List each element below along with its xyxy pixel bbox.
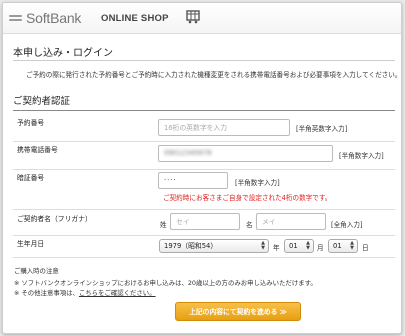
reservation-row: 予約番号 [半角英数字入力] <box>13 111 395 142</box>
sei-input[interactable] <box>170 213 240 230</box>
pin-input[interactable]: ···· <box>158 172 228 189</box>
day-unit: 日 <box>362 244 369 252</box>
dob-day-select[interactable]: 01 ▲ ▼ <box>328 239 358 253</box>
intro-text: ご予約の際に発行された予約番号とご予約時に入力された機種変更をされる携帯電話番号… <box>26 71 402 79</box>
notes-link[interactable]: こちらをご確認ください。 <box>79 289 156 297</box>
year-unit: 年 <box>273 244 280 252</box>
name-label: ご契約者名（フリガナ） <box>17 215 92 223</box>
page-title: 本申し込み・ログイン <box>13 48 113 59</box>
sei-label: 姓 <box>160 221 167 229</box>
pin-format-note: [半角数字入力] <box>235 179 280 187</box>
month-unit: 月 <box>317 244 324 252</box>
notes-line-1: ※ ソフトバンクオンラインショップにおけるお申し込みは、20歳以上の方のみお申し… <box>14 279 317 287</box>
reservation-number-input[interactable] <box>158 119 290 136</box>
dob-label: 生年月日 <box>17 240 45 248</box>
dob-month-value: 01 <box>289 242 298 250</box>
dropdown-arrows-icon: ▲ ▼ <box>350 240 354 251</box>
header: SoftBank ONLINE SHOP <box>3 3 401 34</box>
dob-day-value: 01 <box>333 242 342 250</box>
phone-row: 携帯電話番号 09012345678 [半角数字入力] <box>13 141 395 170</box>
dob-row: 生年月日 1979（昭和54） ▲ ▼ 年 01 ▲ ▼ 月 01 ▲ ▼ 日 <box>13 235 395 258</box>
dob-month-select[interactable]: 01 ▲ ▼ <box>284 239 314 253</box>
pin-row: 暗証番号 ···· [半角数字入力] ご契約時にお客さまご自身で設定された4桁の… <box>13 169 395 210</box>
phone-label: 携帯電話番号 <box>17 146 58 154</box>
dropdown-arrows-icon: ▲ ▼ <box>306 240 310 251</box>
reservation-format-note: [半角英数字入力] <box>296 125 348 133</box>
section-title: ご契約者認証 <box>13 96 71 107</box>
mei-label: 名 <box>246 221 253 229</box>
shopping-cart-icon <box>186 10 200 24</box>
dob-year-value: 1979（昭和54） <box>164 242 218 250</box>
pin-label: 暗証番号 <box>17 174 45 182</box>
divider <box>13 60 395 61</box>
phone-number-input[interactable]: 09012345678 <box>158 145 333 162</box>
online-shop-label: ONLINE SHOP <box>101 13 169 24</box>
notes-line-2: ※ その他注意事項は、こちらをご確認ください。 <box>14 288 156 297</box>
pin-hint: ご契約時にお客さまご自身で設定された4桁の数字です。 <box>163 194 332 202</box>
notes-line-2-prefix: ※ その他注意事項は、 <box>14 289 79 297</box>
pin-value: ···· <box>164 176 177 184</box>
brand-name: SoftBank <box>26 10 82 26</box>
notes-heading: ご購入時の注意 <box>14 267 59 275</box>
name-format-note: [全角入力] <box>331 221 363 229</box>
mei-input[interactable] <box>256 213 326 230</box>
name-row: ご契約者名（フリガナ） 姓 名 [全角入力] <box>13 209 395 236</box>
page-frame: SoftBank ONLINE SHOP 本申し込み・ログイン ご予約の際に発行… <box>2 2 402 334</box>
dropdown-arrows-icon: ▲ ▼ <box>261 240 265 251</box>
phone-number-value: 09012345678 <box>164 149 212 157</box>
phone-format-note: [半角数字入力] <box>339 152 384 160</box>
softbank-logo-icon <box>9 12 23 26</box>
proceed-contract-button[interactable]: 上記の内容にて契約を進める ≫ <box>175 302 301 321</box>
reservation-label: 予約番号 <box>17 119 45 127</box>
dob-year-select[interactable]: 1979（昭和54） ▲ ▼ <box>159 239 269 253</box>
